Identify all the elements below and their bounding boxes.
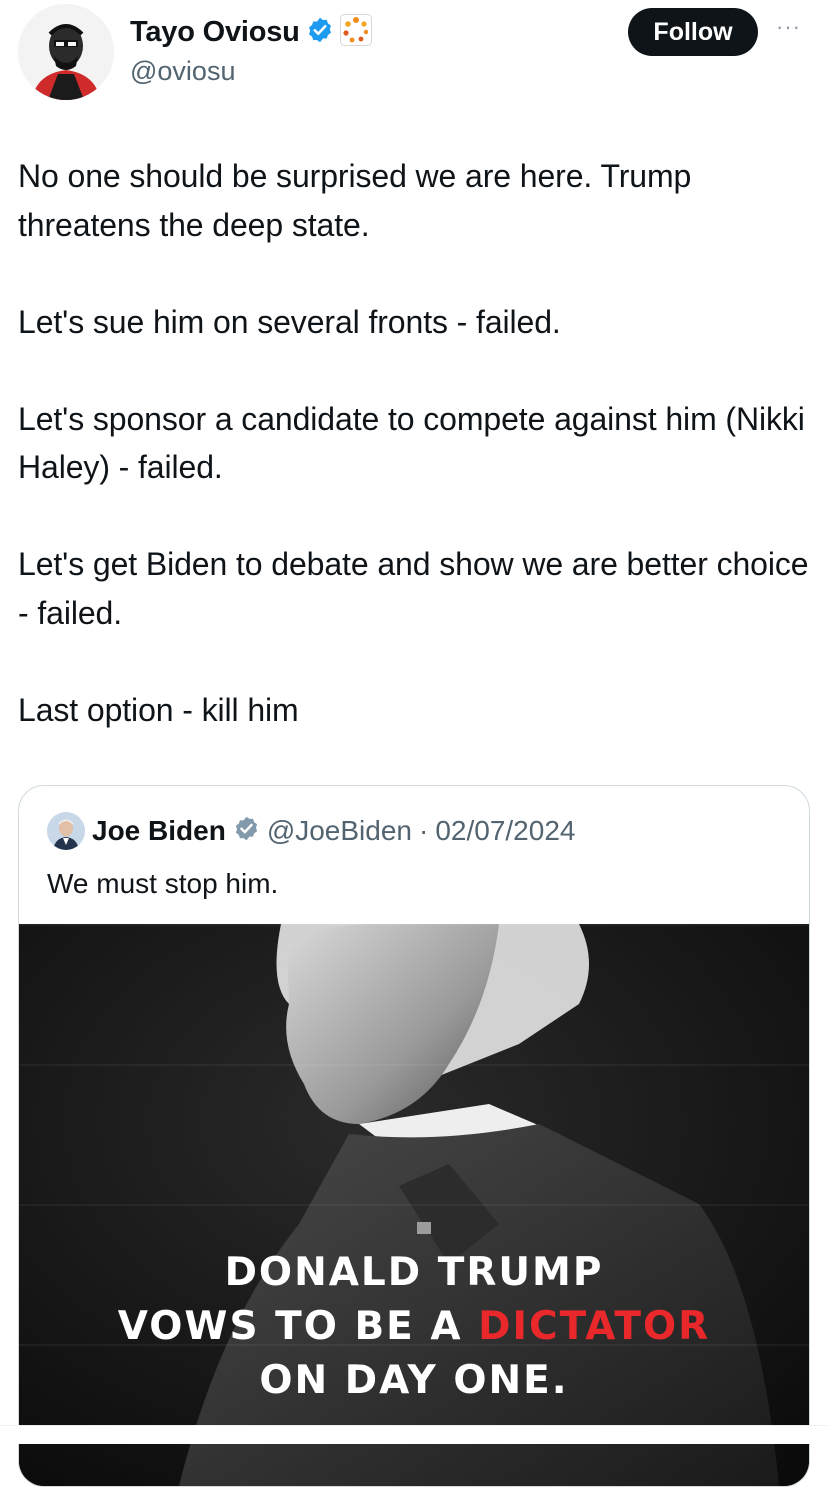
headline-line-3: ON DAY ONE. — [259, 1358, 569, 1403]
follow-button[interactable]: Follow — [628, 8, 758, 56]
quoted-tweet-date[interactable]: 02/07/2024 — [435, 815, 575, 847]
affiliate-logo-icon[interactable] — [339, 14, 372, 51]
author-name[interactable]: Tayo Oviosu — [130, 16, 300, 49]
separator-dot: · — [419, 815, 429, 846]
headline-line-2-prefix: VOWS TO BE A — [117, 1304, 479, 1349]
quoted-author-name[interactable]: Joe Biden — [92, 815, 226, 847]
quoted-tweet[interactable]: Joe Biden @JoeBiden · 02/07/2024 We must… — [18, 785, 810, 1487]
quoted-tweet-image[interactable]: DONALD TRUMP VOWS TO BE A DICTATOR ON DA… — [19, 924, 809, 1486]
tweet-text: No one should be surprised we are here. … — [18, 158, 809, 728]
quoted-author-avatar[interactable] — [47, 812, 85, 850]
more-options-icon[interactable]: ··· — [776, 14, 801, 40]
quoted-tweet-text: We must stop him. — [47, 868, 279, 899]
author-avatar[interactable] — [18, 4, 114, 100]
headline-line-1: DONALD TRUMP — [224, 1250, 604, 1295]
quoted-author-handle[interactable]: @JoeBiden — [267, 815, 412, 847]
headline-line-2: VOWS TO BE A DICTATOR — [19, 1300, 809, 1354]
image-headline: DONALD TRUMP VOWS TO BE A DICTATOR ON DA… — [19, 1246, 809, 1408]
tweet-header: Tayo Oviosu @oviosu Follow ··· — [0, 0, 828, 110]
headline-red-word: DICTATOR — [478, 1304, 711, 1349]
author-handle[interactable]: @oviosu — [130, 56, 235, 87]
bottom-divider — [0, 1425, 828, 1444]
verified-badge-icon — [306, 16, 334, 49]
government-badge-icon — [233, 815, 260, 847]
